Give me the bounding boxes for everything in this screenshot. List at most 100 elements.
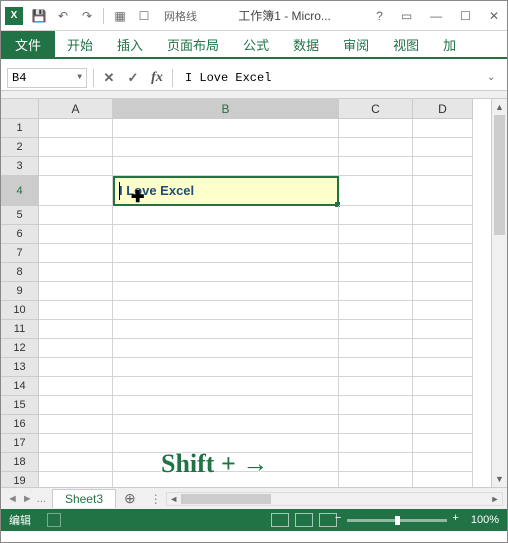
row-header[interactable]: 4 bbox=[1, 176, 39, 206]
cell[interactable] bbox=[413, 472, 473, 487]
cell[interactable] bbox=[39, 434, 113, 453]
tab-page-layout[interactable]: 页面布局 bbox=[155, 31, 231, 57]
tab-formulas[interactable]: 公式 bbox=[231, 31, 281, 57]
sheet-nav-next-icon[interactable]: ► bbox=[22, 493, 33, 505]
cell[interactable] bbox=[113, 358, 339, 377]
fx-icon[interactable]: fx bbox=[148, 69, 166, 87]
cell[interactable] bbox=[113, 225, 339, 244]
help-icon[interactable]: ? bbox=[372, 9, 387, 23]
sheet-nav-prev-icon[interactable]: ◄ bbox=[7, 493, 18, 505]
cell[interactable] bbox=[413, 119, 473, 138]
cell[interactable] bbox=[339, 176, 413, 206]
name-box[interactable]: B4 ▼ bbox=[7, 68, 87, 88]
cell[interactable] bbox=[339, 119, 413, 138]
cell[interactable] bbox=[339, 415, 413, 434]
cell[interactable] bbox=[413, 377, 473, 396]
zoom-slider[interactable] bbox=[347, 519, 447, 522]
chevron-down-icon[interactable]: ▼ bbox=[77, 73, 82, 82]
cell[interactable] bbox=[339, 434, 413, 453]
cell[interactable] bbox=[413, 225, 473, 244]
cell[interactable] bbox=[39, 157, 113, 176]
tab-split-handle[interactable]: ⋮ bbox=[150, 492, 162, 506]
cell[interactable] bbox=[413, 320, 473, 339]
checkbox-icon[interactable]: ☐ bbox=[136, 8, 152, 24]
cell[interactable] bbox=[39, 358, 113, 377]
cell[interactable] bbox=[39, 415, 113, 434]
cell[interactable] bbox=[339, 244, 413, 263]
cell[interactable] bbox=[339, 472, 413, 487]
cell[interactable] bbox=[113, 434, 339, 453]
macro-record-icon[interactable] bbox=[47, 513, 61, 527]
cell[interactable] bbox=[39, 263, 113, 282]
row-header[interactable]: 7 bbox=[1, 244, 39, 263]
horizontal-scrollbar[interactable]: ◄ ► bbox=[166, 492, 503, 506]
cell[interactable] bbox=[413, 301, 473, 320]
cell[interactable] bbox=[39, 282, 113, 301]
cell[interactable] bbox=[339, 320, 413, 339]
row-header[interactable]: 17 bbox=[1, 434, 39, 453]
cell[interactable] bbox=[413, 358, 473, 377]
tab-home[interactable]: 开始 bbox=[55, 31, 105, 57]
row-header[interactable]: 13 bbox=[1, 358, 39, 377]
cell[interactable] bbox=[413, 263, 473, 282]
row-header[interactable]: 19 bbox=[1, 472, 39, 487]
close-icon[interactable]: ✕ bbox=[485, 9, 503, 23]
cell[interactable] bbox=[413, 282, 473, 301]
cell[interactable] bbox=[339, 301, 413, 320]
add-sheet-icon[interactable]: ⊕ bbox=[116, 490, 144, 507]
cell[interactable] bbox=[113, 320, 339, 339]
cell[interactable] bbox=[413, 453, 473, 472]
tab-addins[interactable]: 加 bbox=[431, 31, 468, 57]
column-header-A[interactable]: A bbox=[39, 99, 113, 119]
row-header[interactable]: 6 bbox=[1, 225, 39, 244]
scroll-down-icon[interactable]: ▼ bbox=[492, 471, 507, 487]
cell[interactable] bbox=[39, 244, 113, 263]
redo-icon[interactable]: ↷ bbox=[79, 8, 95, 24]
cell[interactable] bbox=[39, 453, 113, 472]
cell[interactable] bbox=[413, 244, 473, 263]
cell[interactable] bbox=[413, 206, 473, 225]
column-header-B[interactable]: B bbox=[113, 99, 339, 119]
row-header[interactable]: 8 bbox=[1, 263, 39, 282]
cell[interactable] bbox=[413, 138, 473, 157]
row-header[interactable]: 5 bbox=[1, 206, 39, 225]
column-header-D[interactable]: D bbox=[413, 99, 473, 119]
scroll-right-icon[interactable]: ► bbox=[488, 493, 502, 505]
cell[interactable] bbox=[339, 453, 413, 472]
cell[interactable] bbox=[39, 320, 113, 339]
vertical-scrollbar[interactable]: ▲ ▼ bbox=[491, 99, 507, 487]
cell[interactable] bbox=[39, 206, 113, 225]
cell[interactable] bbox=[413, 415, 473, 434]
row-header[interactable]: 15 bbox=[1, 396, 39, 415]
cell[interactable] bbox=[39, 301, 113, 320]
select-all-corner[interactable] bbox=[1, 99, 39, 119]
row-header[interactable]: 16 bbox=[1, 415, 39, 434]
cell[interactable] bbox=[413, 157, 473, 176]
cell[interactable] bbox=[113, 282, 339, 301]
zoom-percentage[interactable]: 100% bbox=[471, 514, 499, 526]
cell[interactable] bbox=[39, 138, 113, 157]
row-header[interactable]: 10 bbox=[1, 301, 39, 320]
cell[interactable] bbox=[39, 119, 113, 138]
cell[interactable] bbox=[113, 377, 339, 396]
cell[interactable] bbox=[113, 339, 339, 358]
cell[interactable] bbox=[413, 396, 473, 415]
border-icon[interactable]: ▦ bbox=[112, 8, 128, 24]
cancel-icon[interactable]: ✕ bbox=[100, 69, 118, 87]
scroll-left-icon[interactable]: ◄ bbox=[167, 493, 181, 505]
cell[interactable] bbox=[113, 244, 339, 263]
undo-icon[interactable]: ↶ bbox=[55, 8, 71, 24]
cell[interactable] bbox=[339, 138, 413, 157]
cell[interactable] bbox=[339, 358, 413, 377]
row-header[interactable]: 11 bbox=[1, 320, 39, 339]
cell[interactable] bbox=[413, 339, 473, 358]
cell[interactable] bbox=[339, 339, 413, 358]
scroll-thumb[interactable] bbox=[181, 494, 271, 504]
cell[interactable] bbox=[39, 377, 113, 396]
cell[interactable] bbox=[39, 472, 113, 487]
tab-review[interactable]: 审阅 bbox=[331, 31, 381, 57]
row-header[interactable]: 18 bbox=[1, 453, 39, 472]
cell[interactable] bbox=[39, 225, 113, 244]
sheet-nav-dots[interactable]: ... bbox=[37, 493, 46, 505]
row-header[interactable]: 9 bbox=[1, 282, 39, 301]
